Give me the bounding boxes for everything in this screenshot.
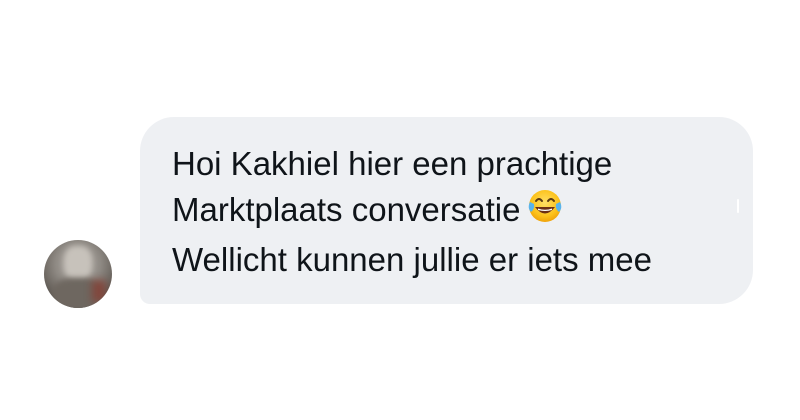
- avatar-blurred-accent: [92, 280, 106, 302]
- avatar[interactable]: [44, 240, 112, 308]
- message-line-2: Marktplaats conversatie: [172, 187, 725, 237]
- message-line-2-text: Marktplaats conversatie: [172, 191, 521, 228]
- scrollbar-indicator[interactable]: [737, 199, 739, 213]
- conversation-view: Hoi Kakhiel hier een prachtige Marktplaa…: [0, 0, 800, 420]
- message-line-1: Hoi Kakhiel hier een prachtige: [172, 145, 613, 182]
- message-bubble[interactable]: Hoi Kakhiel hier een prachtige Marktplaa…: [140, 117, 753, 304]
- message-text: Hoi Kakhiel hier een prachtige Marktplaa…: [172, 141, 725, 283]
- message-line-3: Wellicht kunnen jullie er iets mee: [172, 241, 652, 278]
- avatar-blurred-face: [64, 246, 92, 280]
- face-with-tears-of-joy-icon: [526, 187, 564, 237]
